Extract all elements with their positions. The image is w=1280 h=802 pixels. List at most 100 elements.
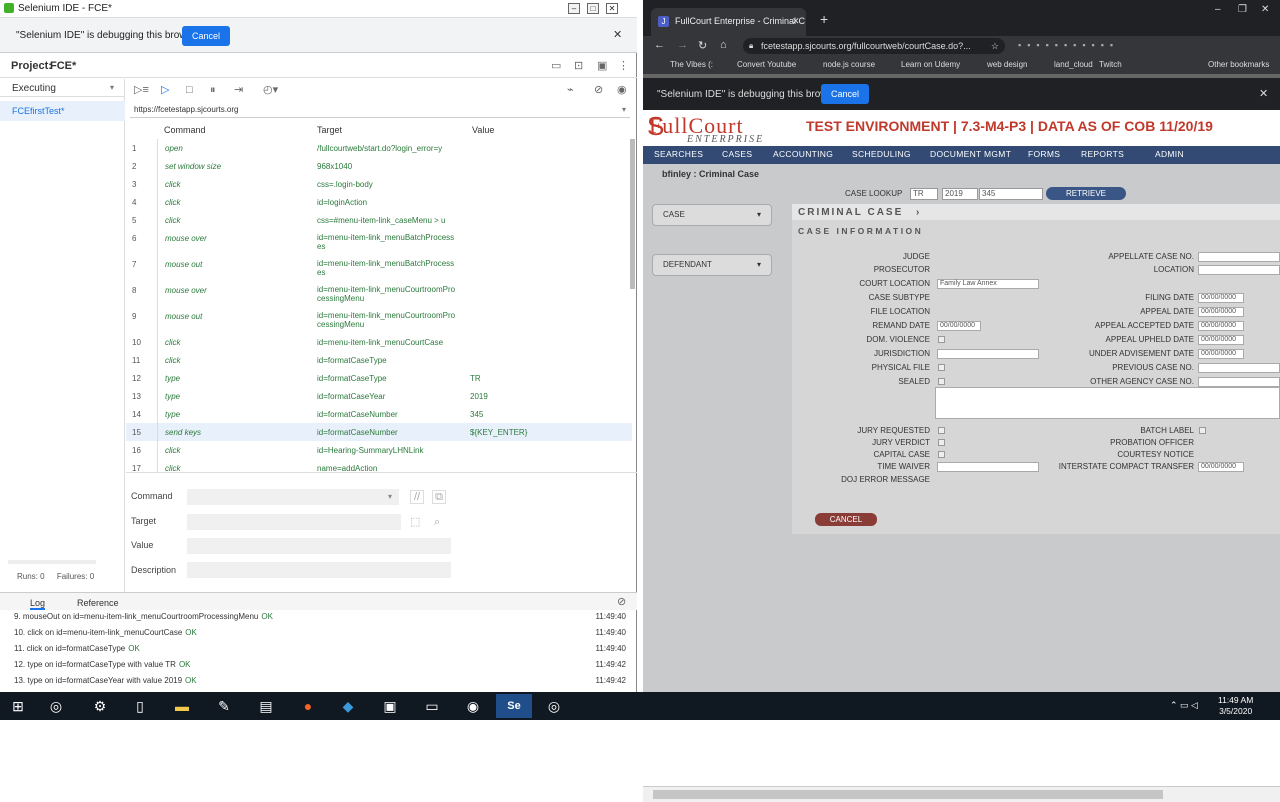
date-input[interactable]: 00/00/0000 xyxy=(1198,349,1244,359)
case-year-input[interactable]: 2019 xyxy=(942,188,978,200)
table-row[interactable]: 10 click id=menu-item-link_menuCourtCase xyxy=(126,333,632,351)
home-icon[interactable]: ⌂ xyxy=(720,39,727,51)
date-input[interactable]: 00/00/0000 xyxy=(1198,335,1244,345)
forward-icon[interactable]: → xyxy=(677,39,688,51)
test-item[interactable]: FCEfirstTest* xyxy=(0,101,125,121)
cancel-debug-button[interactable]: Cancel xyxy=(182,26,230,46)
checkbox[interactable] xyxy=(938,336,945,343)
select-target-icon[interactable]: ⬚ xyxy=(410,516,420,528)
nav-item[interactable]: SEARCHES xyxy=(654,149,703,159)
date-input[interactable]: 00/00/0000 xyxy=(1198,462,1244,472)
table-row[interactable]: 6 mouse over id=menu-item-link_menuBatchPr… xyxy=(126,229,632,255)
record-icon[interactable]: ◉ xyxy=(617,84,627,96)
table-row[interactable]: 11 click id=formatCaseType xyxy=(126,351,632,369)
text-input[interactable] xyxy=(1198,252,1280,262)
checkbox[interactable] xyxy=(938,378,945,385)
side-defendant-button[interactable]: DEFENDANT ▾ xyxy=(652,254,772,276)
table-row[interactable]: 3 click css=.login-body xyxy=(126,175,632,193)
bookmark-item[interactable]: node.js course xyxy=(823,60,875,69)
checkbox[interactable] xyxy=(938,439,945,446)
url-input[interactable]: 🔒︎ fcetestapp.sjcourts.org/fullcourtweb/… xyxy=(743,38,1005,54)
postman-icon[interactable]: ● xyxy=(290,694,326,718)
executing-dropdown[interactable]: Executing ▾ xyxy=(0,79,125,97)
step-over-icon[interactable]: ⇥ xyxy=(234,84,243,96)
table-row[interactable]: 17 click name=addAction xyxy=(126,459,632,472)
reload-icon[interactable]: ↻ xyxy=(698,39,707,52)
text-input[interactable] xyxy=(1198,363,1280,373)
pause-on-exceptions-icon[interactable]: ⊘ xyxy=(594,84,603,96)
side-case-button[interactable]: CASE ▾ xyxy=(652,204,772,226)
maximize-icon[interactable]: □ xyxy=(587,3,599,14)
back-icon[interactable]: ← xyxy=(654,39,665,51)
close-window-icon[interactable]: ✕ xyxy=(606,3,618,14)
base-url-field[interactable]: https://fcetestapp.sjcourts.org ▾ xyxy=(130,102,630,118)
table-row[interactable]: 4 click id=loginAction xyxy=(126,193,632,211)
text-input[interactable] xyxy=(1198,265,1280,275)
new-project-icon[interactable]: ▭ xyxy=(551,60,561,72)
table-row[interactable]: 12 type id=formatCaseType TR xyxy=(126,369,632,387)
checkbox[interactable] xyxy=(1199,427,1206,434)
checkbox[interactable] xyxy=(938,451,945,458)
pause-icon[interactable]: ⏸ xyxy=(210,84,216,96)
bookmark-item[interactable]: Twitch xyxy=(1099,60,1122,69)
table-row[interactable]: 2 set window size 968x1040 xyxy=(126,157,632,175)
value-input[interactable] xyxy=(187,538,451,554)
bookmark-item[interactable]: land_cloud xyxy=(1054,60,1093,69)
horizontal-scrollbar[interactable] xyxy=(643,786,1280,802)
table-row[interactable]: 14 type id=formatCaseNumber 345 xyxy=(126,405,632,423)
bookmark-item[interactable]: Other bookmarks xyxy=(1208,60,1269,69)
find-target-icon[interactable]: ⌕ xyxy=(434,516,440,528)
commands-scrollbar[interactable] xyxy=(630,139,635,289)
system-tray-icons[interactable]: ⌃ ▭ ◁ xyxy=(1170,700,1198,711)
case-type-input[interactable]: TR xyxy=(910,188,938,200)
court-location-select[interactable]: Family Law Annex xyxy=(937,279,1039,289)
nav-item[interactable]: REPORTS xyxy=(1081,149,1124,159)
table-row[interactable]: 8 mouse over id=menu-item-link_menuCourtro… xyxy=(126,281,632,307)
bookmark-star-icon[interactable]: ☆ xyxy=(991,38,999,54)
stop-icon[interactable]: □ xyxy=(186,84,193,96)
tab-fullcourt[interactable]: J FullCourt Enterprise - Criminal C ✕ xyxy=(651,8,806,36)
bookmark-item[interactable]: Learn on Udemy xyxy=(901,60,960,69)
comment-textarea[interactable] xyxy=(935,387,1280,419)
bookmark-item[interactable]: The Vibes (: xyxy=(670,60,713,69)
nav-item[interactable]: ACCOUNTING xyxy=(773,149,833,159)
bookmark-item[interactable]: web design xyxy=(987,60,1027,69)
description-input[interactable] xyxy=(187,562,451,578)
table-row[interactable]: 13 type id=formatCaseYear 2019 xyxy=(126,387,632,405)
close-banner-icon[interactable]: ✕ xyxy=(613,29,622,41)
restore-icon[interactable]: ❐ xyxy=(1238,4,1247,15)
phone-link-icon[interactable]: ▯ xyxy=(122,694,158,718)
close-banner-icon[interactable]: ✕ xyxy=(1259,87,1268,100)
open-project-icon[interactable]: ⊡ xyxy=(574,60,583,72)
table-row[interactable]: 9 mouse out id=menu-item-link_menuCourtroo… xyxy=(126,307,632,333)
comment-toggle-icon[interactable]: // xyxy=(410,490,424,504)
disable-breakpoints-icon[interactable]: ⌁ xyxy=(567,84,574,96)
nav-item[interactable]: DOCUMENT MGMT xyxy=(930,149,1011,159)
checkbox[interactable] xyxy=(938,364,945,371)
speed-icon[interactable]: ◴▾ xyxy=(263,84,278,96)
vscode-icon[interactable]: ◆ xyxy=(330,694,366,718)
close-tab-icon[interactable]: ✕ xyxy=(792,16,800,27)
run-all-tests-icon[interactable]: ▷≡ xyxy=(134,84,149,96)
close-window-icon[interactable]: ✕ xyxy=(1261,4,1269,15)
text-input[interactable] xyxy=(1198,377,1280,387)
nav-item[interactable]: ADMIN xyxy=(1155,149,1184,159)
nav-item[interactable]: FORMS xyxy=(1028,149,1060,159)
clear-log-icon[interactable]: ⊘ xyxy=(617,596,626,608)
nav-item[interactable]: SCHEDULING xyxy=(852,149,911,159)
selenium-taskbar-icon[interactable]: Se xyxy=(496,694,532,718)
table-row[interactable]: 16 click id=Hearing-SummaryLHNLink xyxy=(126,441,632,459)
extensions-icons[interactable]: ▪▪▪▪▪▪▪▪▪▪▪ xyxy=(1018,40,1268,52)
date-input[interactable]: 00/00/0000 xyxy=(1198,321,1244,331)
date-input[interactable]: 00/00/0000 xyxy=(1198,293,1244,303)
open-reference-icon[interactable]: ⧉ xyxy=(432,490,446,504)
obs-icon[interactable]: ◉ xyxy=(455,694,491,718)
cancel-debug-button[interactable]: Cancel xyxy=(821,84,869,104)
table-row[interactable]: 7 mouse out id=menu-item-link_menuBatchPro… xyxy=(126,255,632,281)
terminal-icon[interactable]: ▭ xyxy=(414,694,450,718)
project-name[interactable]: FCE* xyxy=(50,60,76,72)
tab-reference[interactable]: Reference xyxy=(77,598,119,608)
retrieve-button[interactable]: RETRIEVE xyxy=(1046,187,1126,200)
table-row[interactable]: 15 send keys id=formatCaseNumber ${KEY_ENTE… xyxy=(126,423,632,441)
network-tool-icon[interactable]: ⚙ xyxy=(82,694,118,718)
